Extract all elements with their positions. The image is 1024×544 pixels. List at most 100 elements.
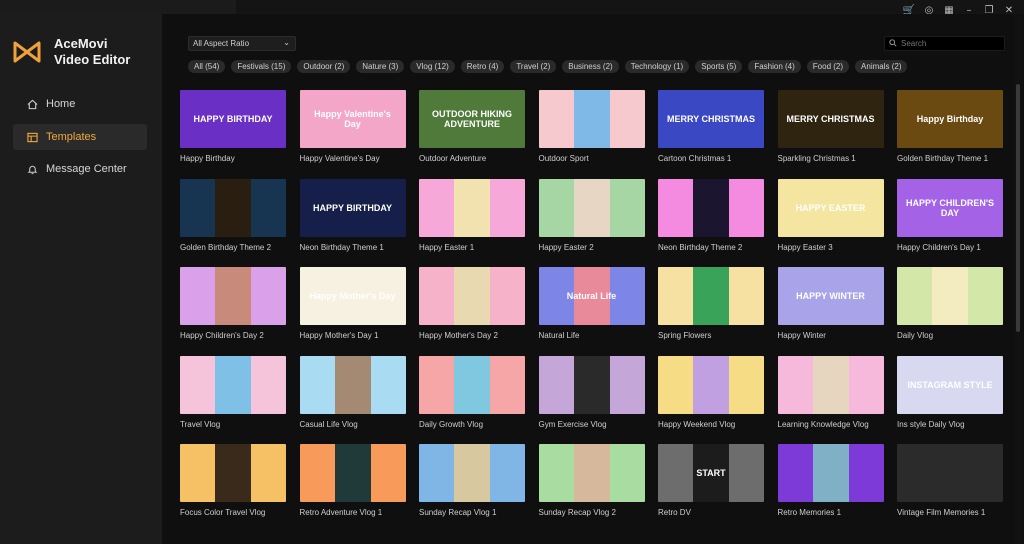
filter-chip[interactable]: Food (2): [806, 60, 850, 73]
template-thumbnail[interactable]: Happy Valentine's Day: [299, 90, 406, 148]
template-card[interactable]: Happy Easter 2: [538, 178, 645, 252]
template-thumbnail[interactable]: [538, 444, 645, 502]
template-label: Travel Vlog: [180, 419, 221, 429]
template-card[interactable]: Natural Life Natural Life: [538, 267, 645, 340]
template-card[interactable]: Sunday Recap Vlog 1: [419, 444, 525, 517]
template-thumbnail[interactable]: HAPPY BIRTHDAY: [299, 178, 406, 237]
template-thumbnail[interactable]: HAPPY WINTER: [777, 267, 884, 325]
template-card[interactable]: HAPPY BIRTHDAY Happy Birthday: [180, 90, 286, 163]
template-card[interactable]: HAPPY WINTER Happy Winter: [777, 267, 884, 340]
template-card[interactable]: Vintage Film Memories 1: [897, 444, 1003, 517]
thumbnail-title: INSTAGRAM STYLE: [907, 379, 993, 390]
template-thumbnail[interactable]: INSTAGRAM STYLE: [897, 355, 1003, 414]
filter-chip[interactable]: Technology (1): [624, 60, 690, 73]
template-thumbnail[interactable]: Happy Mother's Day: [299, 267, 406, 325]
template-card[interactable]: Gym Exercise Vlog: [538, 355, 645, 429]
template-thumbnail[interactable]: [658, 178, 764, 237]
template-thumbnail[interactable]: [419, 444, 525, 502]
template-card[interactable]: INSTAGRAM STYLE Ins style Daily Vlog: [897, 355, 1003, 429]
template-card[interactable]: Happy Easter 1: [419, 178, 525, 252]
template-thumbnail[interactable]: [777, 444, 884, 502]
template-thumbnail[interactable]: [180, 267, 286, 325]
template-thumbnail[interactable]: [538, 355, 645, 414]
template-card[interactable]: Casual Life Vlog: [299, 355, 406, 429]
template-card[interactable]: MERRY CHRISTMAS Cartoon Christmas 1: [658, 90, 764, 163]
template-thumbnail[interactable]: [419, 267, 525, 325]
template-card[interactable]: Spring Flowers: [658, 267, 764, 340]
template-card[interactable]: Outdoor Sport: [538, 90, 645, 163]
aspect-ratio-dropdown[interactable]: All Aspect Ratio ⌄: [188, 36, 296, 51]
filter-chip[interactable]: Retro (4): [460, 60, 505, 73]
template-card[interactable]: HAPPY EASTER Happy Easter 3: [777, 178, 884, 252]
template-thumbnail[interactable]: [538, 178, 645, 237]
filter-chip[interactable]: Travel (2): [510, 60, 557, 73]
template-thumbnail[interactable]: [538, 90, 645, 148]
filter-chip[interactable]: All (54): [188, 60, 226, 73]
template-thumbnail[interactable]: [658, 267, 764, 325]
template-thumbnail[interactable]: [658, 355, 764, 414]
template-card[interactable]: MERRY CHRISTMAS Sparkling Christmas 1: [777, 90, 884, 163]
filter-chip[interactable]: Fashion (4): [748, 60, 801, 73]
template-thumbnail[interactable]: [180, 444, 286, 502]
template-card[interactable]: Sunday Recap Vlog 2: [538, 444, 645, 517]
template-thumbnail[interactable]: [897, 444, 1003, 502]
template-thumbnail[interactable]: START: [658, 444, 764, 502]
template-card[interactable]: Happy Mother's Day 2: [419, 267, 525, 340]
scrollbar-thumb[interactable]: [1016, 84, 1020, 332]
template-card[interactable]: Golden Birthday Theme 2: [180, 178, 286, 252]
filter-chip[interactable]: Vlog (12): [410, 60, 455, 73]
template-label: Golden Birthday Theme 2: [180, 242, 272, 252]
template-label: Sunday Recap Vlog 1: [419, 508, 497, 517]
sidebar-item-home[interactable]: Home: [13, 91, 147, 117]
template-thumbnail[interactable]: [299, 355, 406, 414]
template-thumbnail[interactable]: [180, 355, 286, 414]
template-card[interactable]: Happy Valentine's Day Happy Valentine's D…: [299, 90, 406, 163]
thumbnail-title: HAPPY BIRTHDAY: [312, 202, 393, 213]
template-thumbnail[interactable]: [419, 178, 525, 237]
template-thumbnail[interactable]: MERRY CHRISTMAS: [658, 90, 764, 148]
template-thumbnail[interactable]: [419, 355, 525, 414]
search-box[interactable]: [884, 36, 1005, 51]
sidebar-item-message-center[interactable]: Message Center: [13, 156, 147, 182]
template-thumbnail[interactable]: HAPPY BIRTHDAY: [180, 90, 286, 148]
template-card[interactable]: Daily Vlog: [897, 267, 1003, 340]
template-thumbnail[interactable]: OUTDOOR HIKING ADVENTURE: [419, 90, 525, 148]
filter-chip[interactable]: Nature (3): [356, 60, 405, 73]
template-thumbnail[interactable]: HAPPY CHILDREN'S DAY: [897, 178, 1003, 237]
template-card[interactable]: OUTDOOR HIKING ADVENTURE Outdoor Adventur…: [419, 90, 525, 163]
filter-chip[interactable]: Animals (2): [855, 60, 908, 73]
template-card[interactable]: Neon Birthday Theme 2: [658, 178, 764, 252]
template-thumbnail[interactable]: [897, 267, 1003, 325]
filter-chip[interactable]: Festivals (15): [231, 60, 292, 73]
template-card[interactable]: Travel Vlog: [180, 355, 286, 429]
template-card[interactable]: Happy Birthday Golden Birthday Theme 1: [897, 90, 1003, 163]
template-label: Happy Children's Day 2: [180, 331, 264, 340]
template-card[interactable]: Learning Knowledge Vlog: [777, 355, 884, 429]
template-card[interactable]: HAPPY CHILDREN'S DAY Happy Children's Day…: [897, 178, 1003, 252]
template-thumbnail[interactable]: HAPPY EASTER: [777, 178, 884, 237]
template-card[interactable]: Focus Color Travel Vlog: [180, 444, 286, 517]
template-thumbnail[interactable]: Happy Birthday: [897, 90, 1003, 148]
thumbnail-photo: [215, 444, 251, 502]
thumbnail-title: Happy Valentine's Day: [314, 109, 391, 129]
template-thumbnail[interactable]: [777, 355, 884, 414]
template-card[interactable]: Happy Weekend Vlog: [658, 355, 764, 429]
search-input[interactable]: [901, 39, 996, 48]
filter-chip[interactable]: Sports (5): [695, 60, 743, 73]
template-thumbnail[interactable]: MERRY CHRISTMAS: [777, 90, 884, 148]
template-card[interactable]: Happy Children's Day 2: [180, 267, 286, 340]
filter-chip[interactable]: Business (2): [562, 60, 619, 73]
template-card[interactable]: Retro Memories 1: [777, 444, 884, 517]
filter-chip[interactable]: Outdoor (2): [297, 60, 351, 73]
template-thumbnail[interactable]: [180, 178, 286, 237]
sidebar-item-templates[interactable]: Templates: [13, 124, 147, 150]
template-thumbnail[interactable]: [299, 444, 406, 502]
template-thumbnail[interactable]: Natural Life: [538, 267, 645, 325]
template-card[interactable]: HAPPY BIRTHDAY Neon Birthday Theme 1: [299, 178, 406, 252]
template-card[interactable]: Retro Adventure Vlog 1: [299, 444, 406, 517]
template-label: Happy Winter: [777, 331, 826, 340]
template-card[interactable]: START Retro DV: [658, 444, 764, 517]
thumbnail-photo: [215, 355, 251, 414]
template-card[interactable]: Happy Mother's Day Happy Mother's Day 1: [299, 267, 406, 340]
template-card[interactable]: Daily Growth Vlog: [419, 355, 525, 429]
